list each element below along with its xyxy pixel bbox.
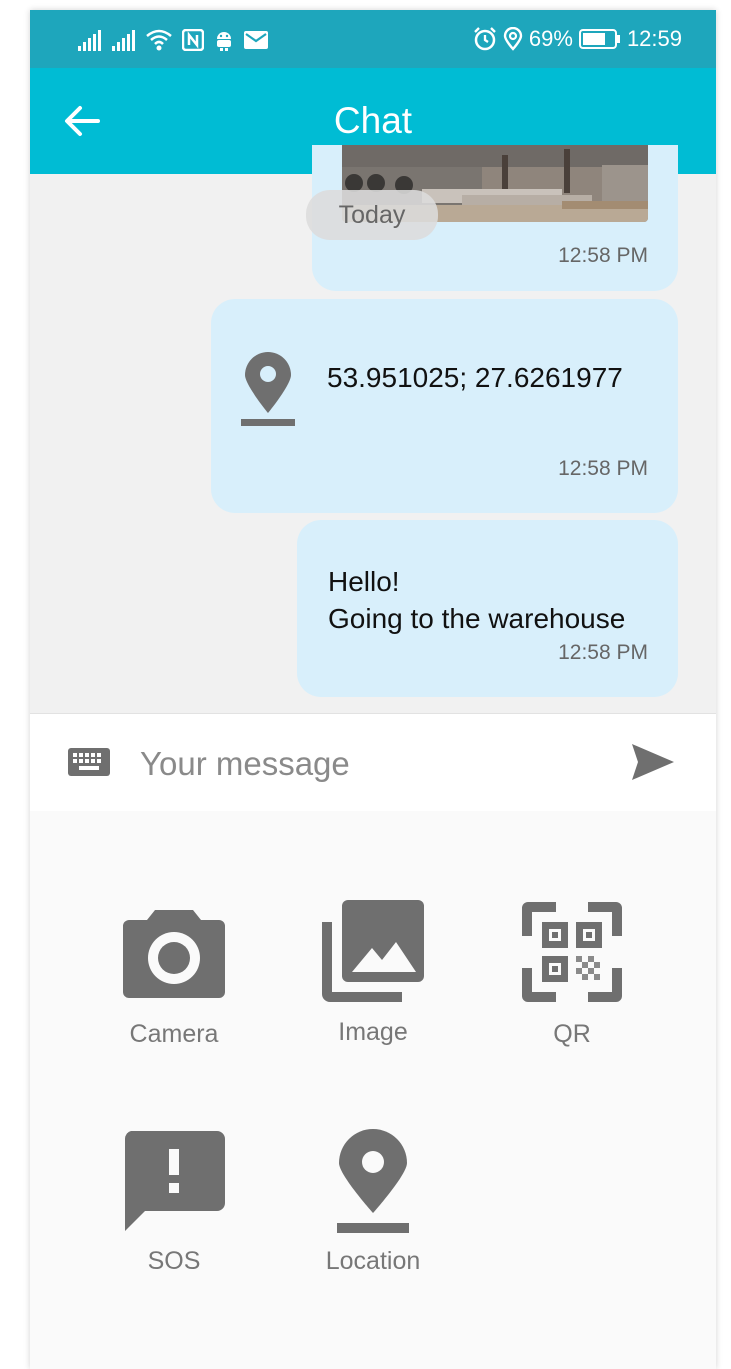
location-message-time: 12:58 PM [558, 457, 648, 480]
send-icon [632, 744, 674, 780]
phone-screen: 69% 12:59 Chat 12:58 PM Today 53.951025;… [30, 10, 716, 1369]
message-input[interactable] [138, 732, 612, 796]
alarm-icon [474, 27, 496, 51]
attach-qr-button[interactable]: QR [492, 902, 652, 1049]
attach-image-label: Image [338, 1018, 408, 1046]
text-message-time: 12:58 PM [558, 641, 648, 664]
text-message-bubble[interactable]: Hello! Going to the warehouse 12:58 PM [297, 520, 678, 697]
android-notification-icon [217, 32, 231, 51]
image-icon [322, 900, 424, 1002]
status-time: 12:59 [626, 26, 682, 51]
keyboard-icon [68, 748, 110, 776]
status-bar: 69% 12:59 [30, 10, 716, 68]
keyboard-toggle-button[interactable] [68, 748, 112, 778]
date-divider-chip: Today [306, 190, 438, 240]
send-button[interactable] [630, 742, 676, 784]
attach-camera-button[interactable]: Camera [94, 906, 254, 1049]
message-text: Hello! Going to the warehouse [328, 566, 626, 634]
battery-percent: 69% [528, 26, 573, 51]
attach-camera-label: Camera [129, 1020, 219, 1048]
attachment-panel: Camera Image QR SOS Location [30, 811, 716, 1369]
signal-2-icon [112, 30, 135, 51]
camera-icon [123, 910, 225, 998]
location-message-bubble[interactable]: 53.951025; 27.6261977 12:58 PM [211, 299, 678, 513]
battery-icon [578, 29, 620, 49]
image-message-time: 12:58 PM [558, 244, 648, 267]
wifi-icon [146, 29, 172, 51]
location-pin-icon [241, 352, 295, 426]
location-coordinates: 53.951025; 27.6261977 [327, 362, 623, 393]
sos-icon [124, 1131, 225, 1231]
qr-icon [522, 902, 622, 1002]
attach-location-label: Location [325, 1247, 421, 1275]
signal-icon [78, 30, 101, 51]
mail-icon [244, 31, 268, 49]
status-left-icons [78, 27, 268, 53]
location-icon [337, 1129, 409, 1233]
attach-sos-label: SOS [147, 1247, 201, 1275]
attach-sos-button[interactable]: SOS [94, 1131, 254, 1276]
location-status-icon [503, 27, 523, 51]
page-title: Chat [333, 100, 413, 141]
nfc-icon [182, 29, 204, 51]
attach-image-button[interactable]: Image [293, 900, 453, 1047]
attach-qr-label: QR [553, 1020, 591, 1048]
attach-location-button[interactable]: Location [293, 1129, 453, 1276]
status-right-icons: 69% 12:59 [473, 24, 682, 54]
message-composer [30, 713, 716, 812]
